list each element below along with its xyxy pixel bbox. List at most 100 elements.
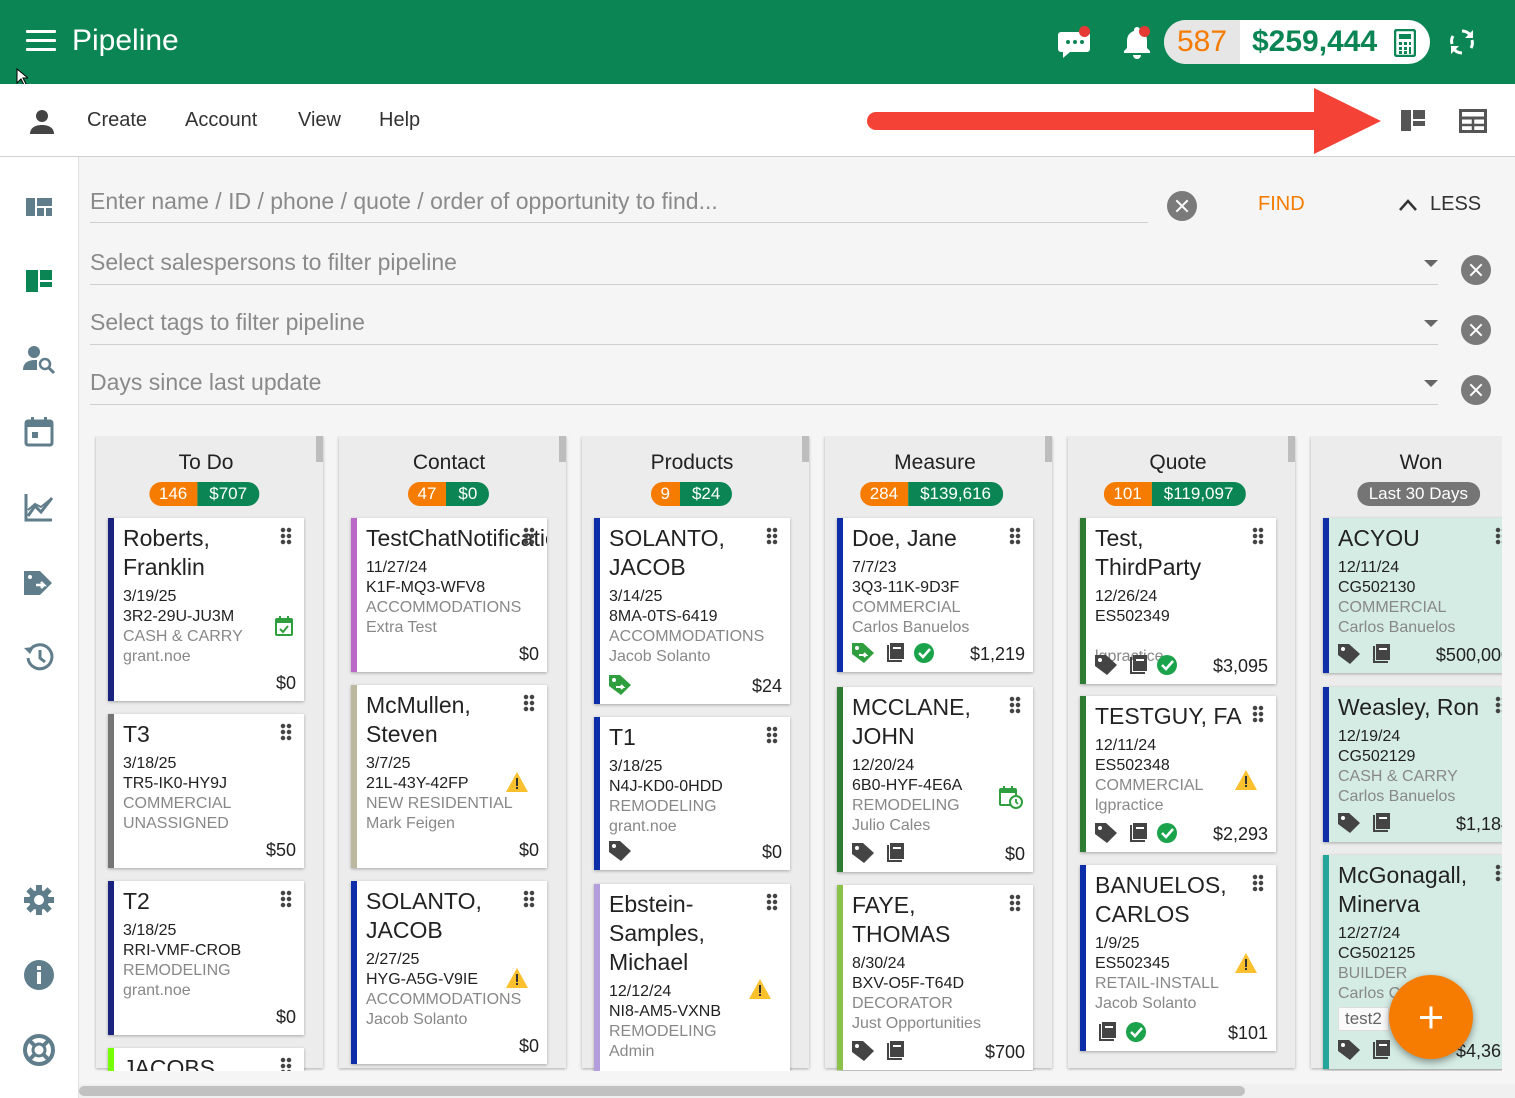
info-icon[interactable] <box>22 958 56 992</box>
drag-handle-icon[interactable] <box>1495 527 1502 545</box>
card-date: 12/11/24 <box>1095 737 1157 754</box>
less-button[interactable]: LESS <box>1398 193 1481 216</box>
opportunity-card[interactable]: McMullen, Steven 3/7/25 21L-43Y-42FP NEW RE… <box>351 685 547 868</box>
card-amount: $0 <box>275 673 296 693</box>
history-icon[interactable] <box>22 640 56 674</box>
drag-handle-icon[interactable] <box>523 527 535 545</box>
column-scrollbar[interactable] <box>1288 436 1295 462</box>
opportunity-card[interactable]: SOLANTO, JACOB 2/27/25 HYG-A5G-V9IE ACCOMMO… <box>351 881 547 1064</box>
card-date: 12/27/24 <box>1338 925 1401 942</box>
card-status-bar <box>108 1048 114 1071</box>
date-range-badge[interactable]: Last 30 Days <box>1356 482 1480 506</box>
bell-icon[interactable] <box>1119 26 1155 60</box>
tag-chip[interactable]: test2 <box>1338 1007 1389 1031</box>
drag-handle-icon[interactable] <box>766 527 778 545</box>
opportunity-card[interactable]: MCCLANE, JOHN 12/20/24 6B0-HYF-4E6A REMODEL… <box>837 687 1033 872</box>
dashboard-icon[interactable] <box>22 190 56 224</box>
drag-handle-icon[interactable] <box>766 893 778 911</box>
opportunity-card[interactable]: Test, ThirdParty 12/26/24 ES502349 lgpracti… <box>1080 518 1276 684</box>
drag-handle-icon[interactable] <box>1009 527 1021 545</box>
menu-help[interactable]: Help <box>379 109 420 132</box>
drag-handle-icon[interactable] <box>280 527 292 545</box>
person-search-icon[interactable] <box>22 342 56 376</box>
card-category: COMMERCIAL <box>852 599 961 616</box>
opportunity-card[interactable]: ACYOU 12/11/24 CG502130 COMMERCIAL Carlos Ba… <box>1323 518 1502 673</box>
refresh-icon[interactable] <box>1446 26 1478 58</box>
menu-create[interactable]: Create <box>87 109 147 132</box>
documents-icon <box>1094 1021 1118 1048</box>
salespersons-filter[interactable]: Select salespersons to filter pipeline <box>90 249 457 276</box>
horizontal-scrollbar[interactable] <box>79 1084 1515 1098</box>
days-filter[interactable]: Days since last update <box>90 369 321 396</box>
opportunity-card[interactable]: JACOBS <box>108 1048 304 1071</box>
drag-handle-icon[interactable] <box>1252 705 1264 723</box>
opportunity-card[interactable]: Roberts, Franklin 3/19/25 3R2-29U-JU3M CASH… <box>108 518 304 701</box>
opportunity-card[interactable]: SOLANTO, JACOB 3/14/25 8MA-0TS-6419 ACCOMMO… <box>594 518 790 704</box>
column-scrollbar[interactable] <box>1045 436 1052 462</box>
page-title: Pipeline <box>72 24 179 57</box>
user-icon[interactable] <box>28 108 56 141</box>
drag-handle-icon[interactable] <box>280 723 292 741</box>
chat-icon[interactable] <box>1057 26 1093 60</box>
calendar-icon[interactable] <box>22 415 56 449</box>
opportunity-card[interactable]: T2 3/18/25 RRI-VMF-CROB REMODELING grant.noe… <box>108 881 304 1035</box>
clear-tags-icon[interactable] <box>1461 315 1491 345</box>
search-input[interactable]: Enter name / ID / phone / quote / order … <box>90 188 718 215</box>
table-view-icon[interactable] <box>1459 108 1487 139</box>
tags-filter[interactable]: Select tags to filter pipeline <box>90 309 365 336</box>
drag-handle-icon[interactable] <box>1009 696 1021 714</box>
column-scrollbar[interactable] <box>316 436 323 462</box>
drag-handle-icon[interactable] <box>1252 874 1264 892</box>
support-lifebuoy-icon[interactable] <box>22 1033 56 1067</box>
opportunity-card[interactable]: TestChatNotification 11/27/24 K1F-MQ3-WFV8… <box>351 518 547 672</box>
clear-days-icon[interactable] <box>1461 375 1491 405</box>
column-total: $707 <box>197 482 260 506</box>
drag-handle-icon[interactable] <box>280 890 292 908</box>
tag-arrow-nav-icon[interactable] <box>22 565 56 599</box>
clear-salespersons-icon[interactable] <box>1461 255 1491 285</box>
opportunity-card[interactable]: Ebstein- Samples, Michael 12/12/24 NI8-AM5… <box>594 884 790 1071</box>
pipeline-stats[interactable]: 587 $259,444 <box>1164 20 1430 64</box>
chart-icon[interactable] <box>22 490 56 524</box>
days-underline <box>90 404 1438 405</box>
dropdown-arrow-icon[interactable] <box>1424 380 1438 387</box>
drag-handle-icon[interactable] <box>523 694 535 712</box>
opportunity-card[interactable]: T3 3/18/25 TR5-IK0-HY9J COMMERCIAL UNASSIGNE… <box>108 714 304 868</box>
opportunity-card[interactable]: Weasley, Ron 12/19/24 CG502129 CASH & CARRY… <box>1323 687 1502 842</box>
card-name: FAYE, THOMAS <box>852 892 951 947</box>
drag-handle-icon[interactable] <box>1252 527 1264 545</box>
drag-handle-icon[interactable] <box>766 726 778 744</box>
card-date: 7/7/23 <box>852 559 897 576</box>
card-name: Weasley, Ron <box>1338 694 1480 720</box>
drag-handle-icon[interactable] <box>523 890 535 908</box>
clear-search-icon[interactable] <box>1167 191 1197 221</box>
drag-handle-icon[interactable] <box>1495 864 1502 882</box>
kanban-view-icon[interactable] <box>1400 108 1426 139</box>
card-date: 12/26/24 <box>1095 588 1158 605</box>
opportunity-card[interactable]: TESTGUY, FA 12/11/24 ES502348 COMMERCIAL lgp… <box>1080 696 1276 852</box>
opportunity-card[interactable]: FAYE, THOMAS 8/30/24 BXV-O5F-T64D DECORATOR… <box>837 885 1033 1070</box>
documents-icon <box>882 642 906 669</box>
drag-handle-icon[interactable] <box>1009 894 1021 912</box>
opportunity-card[interactable]: Doe, Jane 7/7/23 3Q3-11K-9D3F COMMERCIAL Car… <box>837 518 1033 672</box>
find-button[interactable]: FIND <box>1258 193 1305 216</box>
dropdown-arrow-icon[interactable] <box>1424 260 1438 267</box>
menu-account[interactable]: Account <box>185 109 257 132</box>
card-status-bar <box>1080 696 1086 852</box>
hamburger-menu-icon[interactable] <box>26 30 56 52</box>
card-category: ACCOMMODATIONS <box>609 628 765 645</box>
menu-view[interactable]: View <box>298 109 341 132</box>
settings-gear-icon[interactable] <box>22 883 56 917</box>
column-scrollbar[interactable] <box>802 436 809 462</box>
dropdown-arrow-icon[interactable] <box>1424 320 1438 327</box>
card-category: DECORATOR <box>852 995 953 1012</box>
pipeline-nav-icon[interactable] <box>22 264 56 298</box>
opportunity-card[interactable]: T1 3/18/25 N4J-KD0-0HDD REMODELING grant.noe… <box>594 717 790 870</box>
add-opportunity-button[interactable] <box>1389 975 1473 1059</box>
drag-handle-icon[interactable] <box>1495 696 1502 714</box>
drag-handle-icon[interactable] <box>280 1057 292 1071</box>
opportunity-card[interactable]: BANUELOS, CARLOS 1/9/25 ES502345 RETAIL-INS… <box>1080 865 1276 1051</box>
scrollbar-thumb[interactable] <box>79 1086 1245 1096</box>
column-scrollbar[interactable] <box>559 436 566 462</box>
card-amount: $0 <box>518 840 539 860</box>
